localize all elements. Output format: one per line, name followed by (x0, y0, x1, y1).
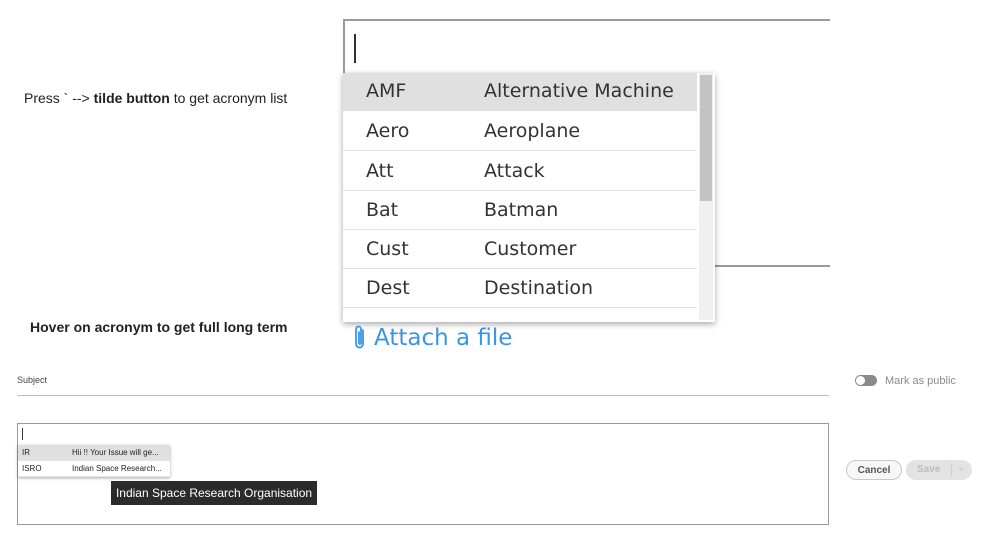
paperclip-icon (355, 325, 364, 349)
acronym-option[interactable]: Bat Batman (343, 192, 697, 230)
acronym-key: Aero (366, 120, 410, 142)
acronym-dropdown: IR Hii !! Your Issue will ge... ISRO Ind… (18, 445, 170, 477)
acronym-key: IR (22, 448, 30, 457)
acronym-tooltip: Indian Space Research Organisation (111, 481, 317, 505)
acronym-key: AMF (366, 80, 407, 102)
acronym-option[interactable]: Cust Customer (343, 231, 697, 269)
acronym-option[interactable]: Att Attack (343, 153, 697, 191)
instruction-acronym-list: Press ` --> tilde button to get acronym … (24, 90, 287, 106)
acronym-option[interactable]: AMF Alternative Machine (343, 73, 697, 111)
acronym-option[interactable]: Aero Aeroplane (343, 113, 697, 151)
attach-file-label: Attach a file (374, 325, 513, 351)
instruction-prefix: Press ` --> (24, 90, 94, 106)
acronym-term: Customer (484, 238, 577, 260)
acronym-key: ISRO (22, 464, 42, 473)
acronym-key: Cust (366, 238, 409, 260)
dropdown-scrollbar-thumb[interactable] (700, 75, 712, 201)
cancel-button[interactable]: Cancel (846, 460, 902, 480)
save-button[interactable]: Save ⌄ (906, 460, 972, 480)
acronym-key: Bat (366, 199, 399, 221)
acronym-key: Att (366, 160, 394, 182)
chevron-down-icon[interactable]: ⌄ (957, 462, 965, 473)
mark-public-label: Mark as public (885, 375, 956, 387)
acronym-term: Attack (484, 160, 545, 182)
acronym-option[interactable]: Dest Destination (343, 270, 697, 308)
zoomed-acronym-dropdown: AMF Alternative Machine Aero Aeroplane A… (343, 73, 715, 322)
acronym-option[interactable]: IR Hii !! Your Issue will ge... (18, 445, 170, 461)
instruction-suffix: to get acronym list (169, 90, 288, 106)
acronym-term: Batman (484, 199, 559, 221)
text-caret (22, 428, 23, 440)
mark-public-toggle[interactable] (855, 375, 877, 386)
save-divider (951, 463, 952, 477)
save-button-label: Save (917, 464, 941, 475)
acronym-key: Dest (366, 277, 410, 299)
attach-file-link[interactable]: Attach a file (352, 324, 512, 352)
acronym-option[interactable]: ISRO Indian Space Research... (18, 461, 170, 477)
instruction-hover: Hover on acronym to get full long term (30, 319, 288, 335)
acronym-term: Hii !! Your Issue will ge... (72, 448, 159, 457)
zoomed-text-caret (354, 34, 356, 63)
subject-label: Subject (17, 375, 48, 385)
toggle-knob (856, 376, 865, 385)
instruction-bold: tilde button (93, 90, 170, 106)
acronym-term: Alternative Machine (484, 80, 674, 102)
subject-input[interactable] (17, 395, 829, 396)
acronym-term: Aeroplane (484, 120, 581, 142)
acronym-term: Destination (484, 277, 594, 299)
acronym-term: Indian Space Research... (72, 464, 162, 473)
